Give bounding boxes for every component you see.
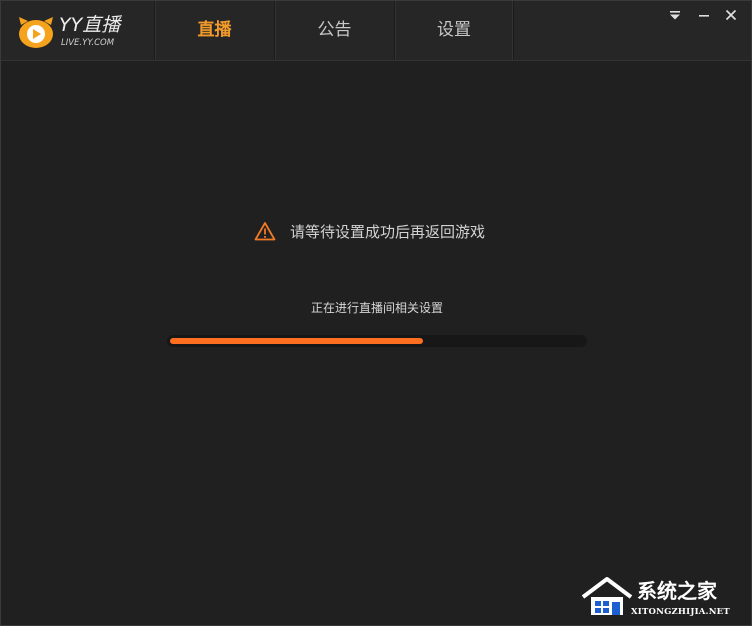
- house-logo-icon: [581, 577, 633, 615]
- warning-icon: [254, 222, 276, 241]
- watermark-name: 系统之家: [637, 579, 717, 603]
- tab-bar: 直播 公告 设置: [154, 1, 514, 60]
- title-bar[interactable]: YY直播 LIVE.YY.COM 直播 公告 设置: [1, 1, 751, 61]
- yy-play-logo-icon: [19, 17, 53, 48]
- progress-bar-fill: [170, 338, 423, 344]
- status-message-text: 请等待设置成功后再返回游戏: [290, 222, 486, 241]
- dropdown-menu-icon[interactable]: [664, 7, 686, 23]
- app-logo: YY直播 LIVE.YY.COM: [15, 11, 151, 51]
- tab-live[interactable]: 直播: [154, 1, 274, 60]
- minimize-icon[interactable]: [693, 7, 715, 23]
- tab-settings[interactable]: 设置: [394, 1, 514, 60]
- watermark-url: XITONGZHIJIA.NET: [631, 607, 730, 617]
- status-message: 请等待设置成功后再返回游戏: [254, 219, 485, 243]
- logo-subtitle: LIVE.YY.COM: [61, 38, 115, 48]
- progress-bar: [167, 335, 587, 347]
- logo-title: YY直播: [59, 14, 121, 36]
- yy-live-window: YY直播 LIVE.YY.COM 直播 公告 设置 请等待设置成功后再返回游戏 …: [0, 0, 752, 626]
- tab-announcement[interactable]: 公告: [274, 1, 394, 60]
- progress-label: 正在进行直播间相关设置: [310, 301, 443, 315]
- close-icon[interactable]: [720, 7, 742, 23]
- watermark: 系统之家 XITONGZHIJIA.NET: [575, 571, 751, 625]
